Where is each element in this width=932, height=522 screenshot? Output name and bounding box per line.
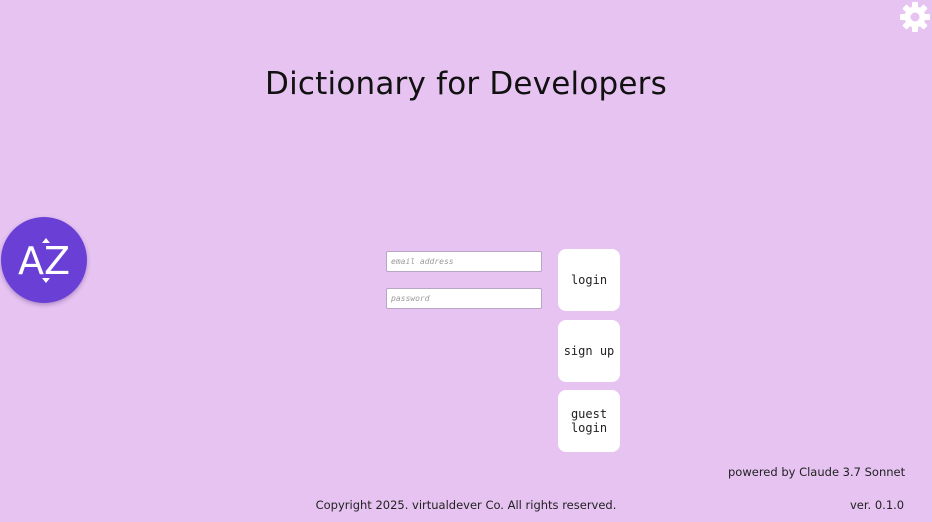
copyright-text: Copyright 2025. virtualdever Co. All rig… — [315, 498, 617, 512]
sign-up-button[interactable]: sign up — [558, 320, 620, 382]
version-text: ver. 0.1.0 — [850, 498, 905, 512]
app-logo: AZ — [1, 217, 87, 303]
az-sort-icon: AZ — [18, 238, 70, 283]
gear-icon[interactable] — [899, 1, 931, 33]
page-title: Dictionary for Developers — [265, 66, 667, 102]
email-field[interactable] — [386, 251, 542, 272]
powered-by-text: powered by Claude 3.7 Sonnet — [728, 465, 906, 479]
settings-gear-graphic — [900, 2, 930, 32]
login-button[interactable]: login — [558, 249, 620, 311]
logo-text: AZ — [18, 239, 70, 283]
password-field[interactable] — [386, 288, 542, 309]
guest-login-button[interactable]: guest login — [558, 390, 620, 452]
